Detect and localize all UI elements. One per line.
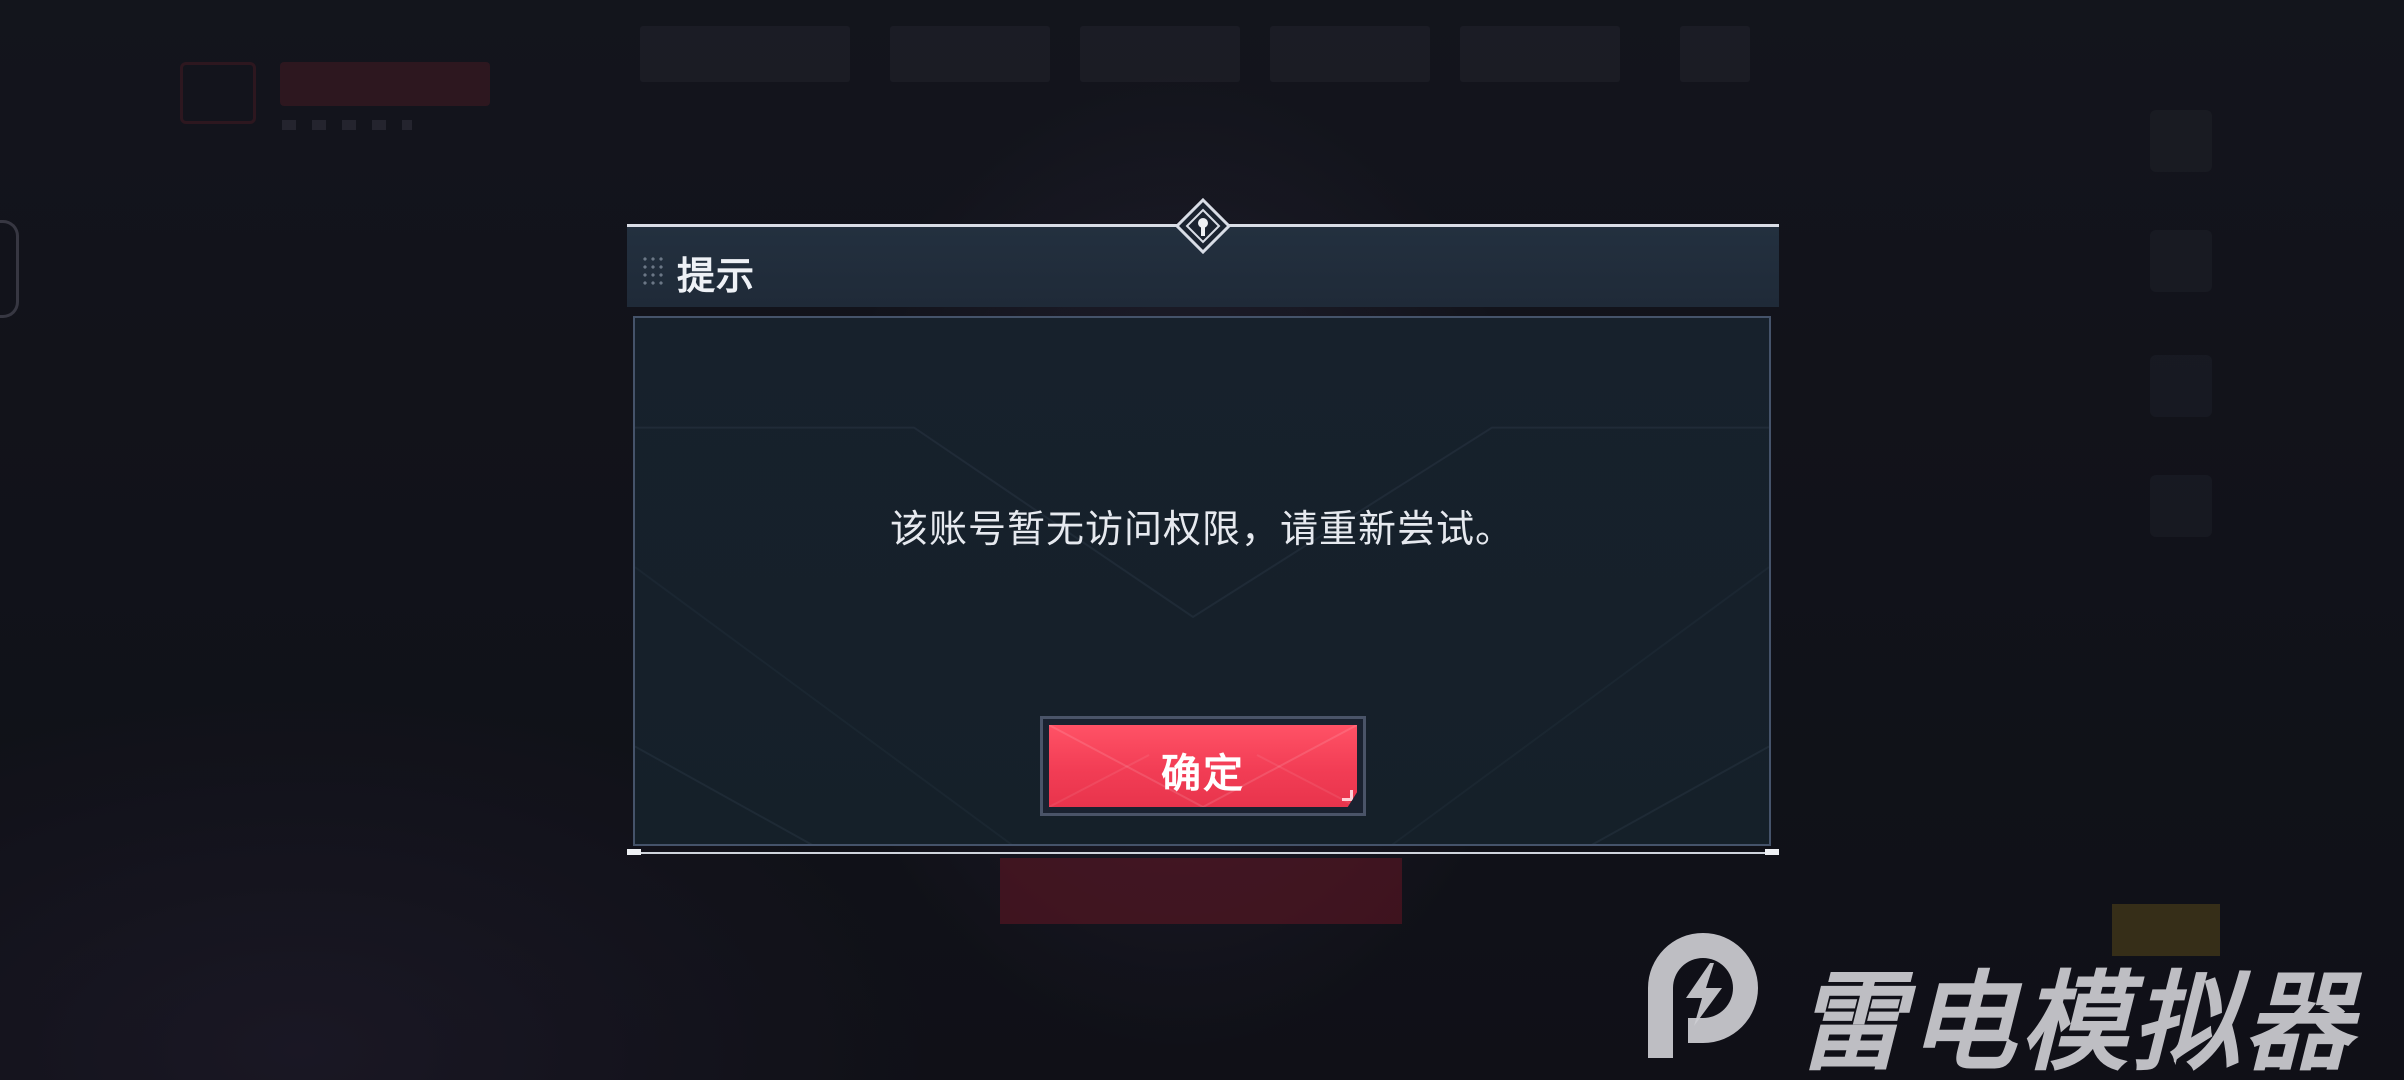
confirm-button[interactable]: 确定 — [1049, 725, 1357, 807]
corner-notch-icon — [1342, 790, 1353, 801]
emulator-watermark: 雷电模拟器 — [1628, 918, 2388, 1080]
dialog-message: 该账号暂无访问权限，请重新尝试。 — [889, 507, 1514, 551]
corner-tick — [627, 849, 641, 855]
screen: 提示 该账号暂无访问权限，请重新尝试。 确定 雷电模拟器 — [0, 0, 2404, 1080]
lightning-bolt-icon — [1648, 933, 1758, 1058]
alert-dialog: 提示 该账号暂无访问权限，请重新尝试。 确定 — [627, 198, 1779, 856]
confirm-button-label: 确定 — [1161, 751, 1245, 797]
diamond-info-icon — [1175, 198, 1231, 254]
dialog-bottom-border — [627, 852, 1779, 854]
dialog-title: 提示 — [677, 254, 756, 298]
confirm-button-frame: 确定 — [1040, 716, 1366, 816]
drag-grip-icon — [641, 255, 665, 285]
watermark-text: 雷电模拟器 — [1796, 961, 2357, 1080]
corner-tick — [1765, 849, 1779, 855]
